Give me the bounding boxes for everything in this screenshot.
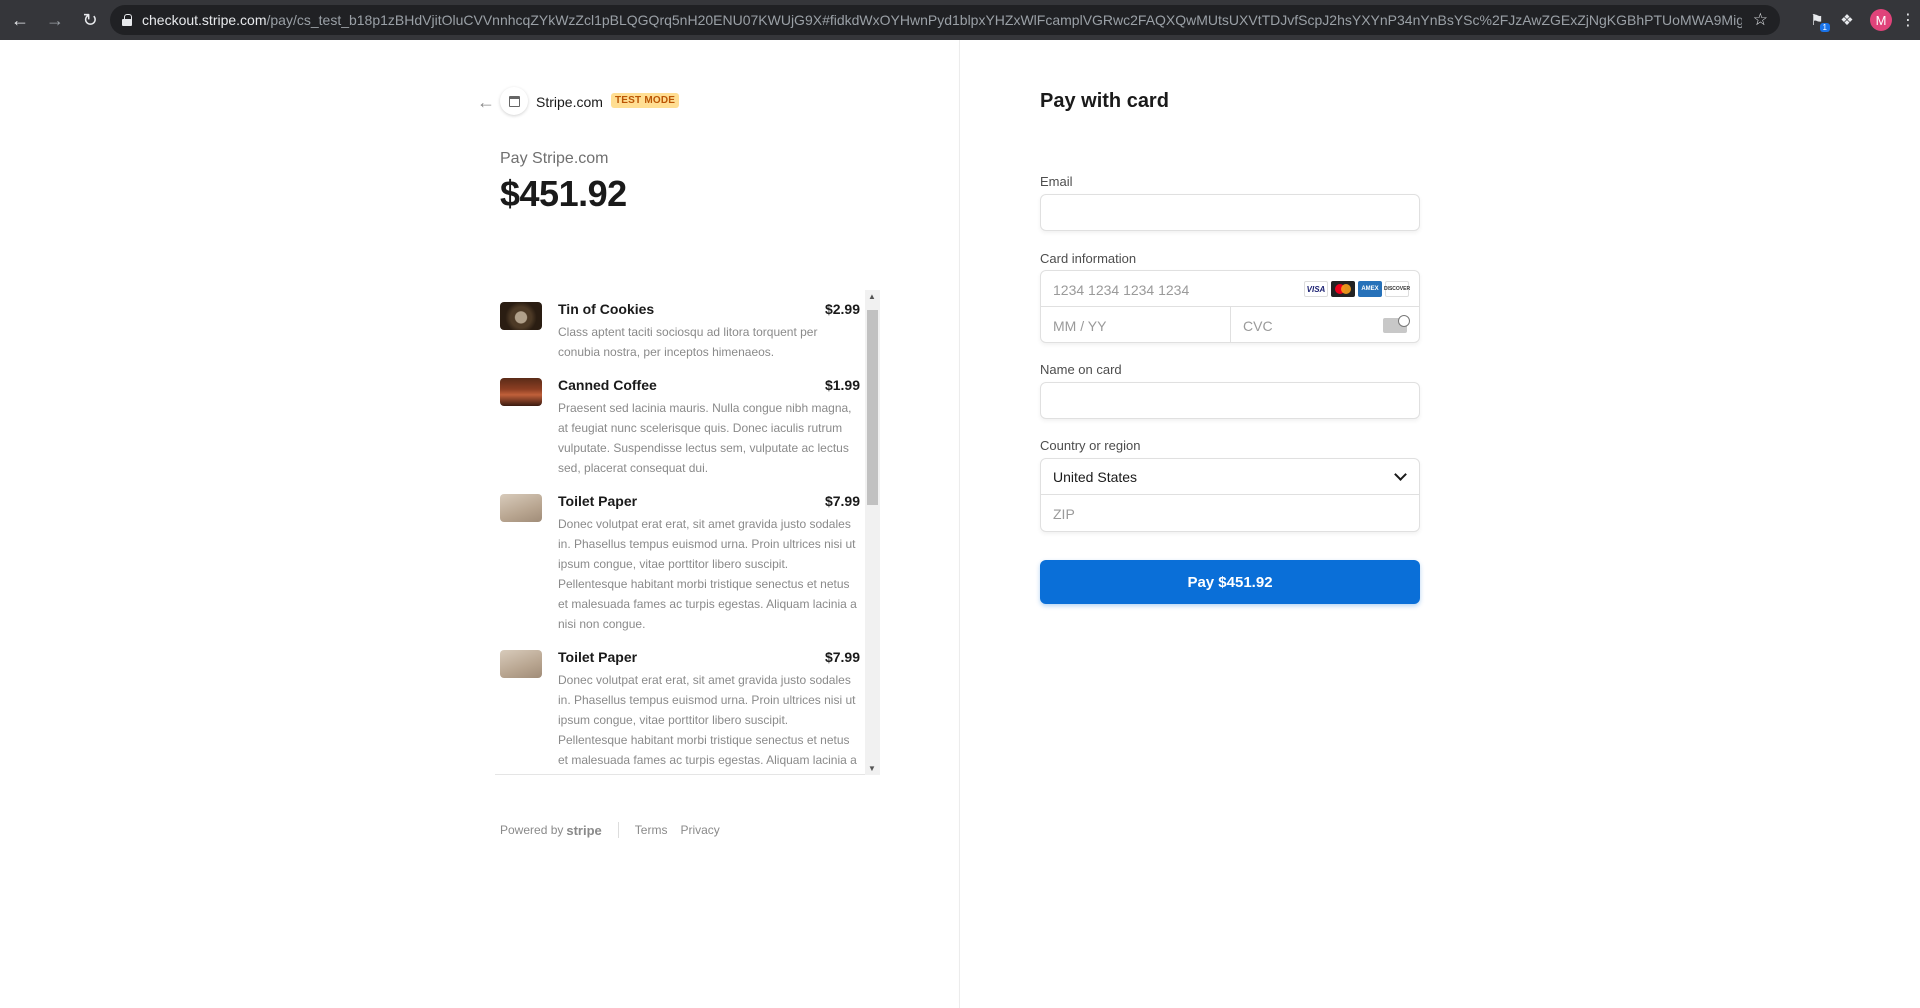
lock-icon bbox=[122, 14, 132, 26]
merchant-logo bbox=[500, 87, 528, 115]
card-number-input[interactable]: 1234 1234 1234 1234 VISA AMEX DISCOVER bbox=[1041, 271, 1419, 307]
card-info-group: 1234 1234 1234 1234 VISA AMEX DISCOVER M… bbox=[1040, 270, 1420, 343]
zip-input[interactable]: ZIP bbox=[1041, 495, 1419, 531]
email-label: Email bbox=[1040, 174, 1073, 189]
item-price: $2.99 bbox=[824, 301, 860, 317]
items-scrollbar[interactable]: ▲ ▼ bbox=[865, 290, 880, 775]
name-on-card-label: Name on card bbox=[1040, 362, 1122, 377]
expiry-placeholder: MM / YY bbox=[1053, 318, 1107, 334]
visa-icon: VISA bbox=[1304, 281, 1328, 297]
email-field[interactable] bbox=[1040, 194, 1420, 231]
country-select[interactable]: United States bbox=[1041, 459, 1419, 495]
checkout-footer: Powered by stripe Terms Privacy bbox=[500, 822, 733, 838]
cvc-placeholder: CVC bbox=[1243, 318, 1273, 334]
scroll-up-icon[interactable]: ▲ bbox=[868, 292, 876, 301]
extensions-area: ⚑ 1 ❖ M ⋮ bbox=[1802, 0, 1920, 40]
chevron-down-icon bbox=[1394, 468, 1407, 481]
item-thumbnail bbox=[500, 494, 542, 522]
card-brands: VISA AMEX DISCOVER bbox=[1304, 281, 1410, 297]
bookmark-star-icon[interactable]: ☆ bbox=[1753, 10, 1768, 30]
item-thumbnail bbox=[500, 302, 542, 330]
item-thumbnail bbox=[500, 378, 542, 406]
item-description: Class aptent taciti sociosqu ad litora t… bbox=[558, 325, 818, 359]
extension-flag-icon[interactable]: ⚑ 1 bbox=[1802, 5, 1832, 35]
url-host: checkout.stripe.com bbox=[142, 12, 267, 28]
card-info-label: Card information bbox=[1040, 251, 1137, 266]
stripe-brand-logo[interactable]: stripe bbox=[566, 823, 601, 838]
powered-by-label: Powered by bbox=[500, 823, 564, 837]
item-description: Donec volutpat erat erat, sit amet gravi… bbox=[558, 517, 857, 631]
footer-divider bbox=[617, 822, 619, 838]
store-icon bbox=[508, 95, 520, 107]
mastercard-icon bbox=[1331, 281, 1355, 297]
forward-arrow-icon[interactable]: → bbox=[40, 5, 70, 35]
browser-menu-icon[interactable]: ⋮ bbox=[1900, 10, 1916, 30]
line-items-list[interactable]: Tin of Cookies $2.99 Class aptent taciti… bbox=[495, 290, 880, 775]
merchant-name: Stripe.com bbox=[536, 94, 603, 110]
name-on-card-field[interactable] bbox=[1040, 382, 1420, 419]
reload-icon[interactable]: ↻ bbox=[75, 5, 105, 35]
discover-icon: DISCOVER bbox=[1384, 281, 1410, 297]
cvc-card-icon bbox=[1383, 315, 1410, 333]
expiry-input[interactable]: MM / YY bbox=[1041, 307, 1231, 343]
url-path: /pay/cs_test_b18p1zBHdVjitOluCVVnnhcqZYk… bbox=[266, 12, 1743, 28]
item-price: $7.99 bbox=[824, 493, 860, 509]
back-arrow-icon[interactable]: ← bbox=[5, 5, 35, 35]
total-amount: $451.92 bbox=[500, 173, 627, 214]
item-name: Canned Coffee bbox=[558, 377, 657, 393]
item-name: Tin of Cookies bbox=[558, 301, 655, 317]
browser-toolbar: ← → ↻ checkout.stripe.com/pay/cs_test_b1… bbox=[0, 0, 1920, 40]
terms-link[interactable]: Terms bbox=[635, 823, 668, 837]
address-bar[interactable]: checkout.stripe.com/pay/cs_test_b18p1zBH… bbox=[110, 5, 1780, 35]
item-name: Toilet Paper bbox=[558, 649, 638, 665]
pay-merchant-label: Pay Stripe.com bbox=[500, 150, 609, 167]
zip-placeholder: ZIP bbox=[1053, 506, 1075, 522]
amex-icon: AMEX bbox=[1358, 281, 1382, 297]
item-description: Praesent sed lacinia mauris. Nulla congu… bbox=[558, 401, 852, 475]
form-title: Pay with card bbox=[1040, 90, 1169, 112]
card-number-placeholder: 1234 1234 1234 1234 bbox=[1053, 282, 1190, 298]
item-thumbnail bbox=[500, 650, 542, 678]
url-text: checkout.stripe.com/pay/cs_test_b18p1zBH… bbox=[142, 12, 1742, 28]
profile-avatar[interactable]: M bbox=[1870, 9, 1892, 31]
item-price: $1.99 bbox=[824, 377, 860, 393]
pay-button[interactable]: Pay $451.92 bbox=[1040, 560, 1420, 604]
address-group: United States ZIP bbox=[1040, 458, 1420, 532]
item-description: Donec volutpat erat erat, sit amet gravi… bbox=[558, 673, 857, 774]
privacy-link[interactable]: Privacy bbox=[680, 823, 719, 837]
extensions-puzzle-icon[interactable]: ❖ bbox=[1832, 5, 1862, 35]
item-price: $7.99 bbox=[824, 649, 860, 665]
item-name: Toilet Paper bbox=[558, 493, 638, 509]
scroll-thumb[interactable] bbox=[867, 310, 878, 505]
back-arrow-icon[interactable]: ← bbox=[477, 92, 495, 113]
country-value: United States bbox=[1053, 469, 1138, 485]
cvc-input[interactable]: CVC bbox=[1231, 307, 1419, 343]
scroll-down-icon[interactable]: ▼ bbox=[868, 764, 876, 773]
test-mode-badge: TEST MODE bbox=[611, 93, 680, 108]
country-label: Country or region bbox=[1040, 438, 1141, 453]
extension-badge: 1 bbox=[1819, 23, 1830, 32]
